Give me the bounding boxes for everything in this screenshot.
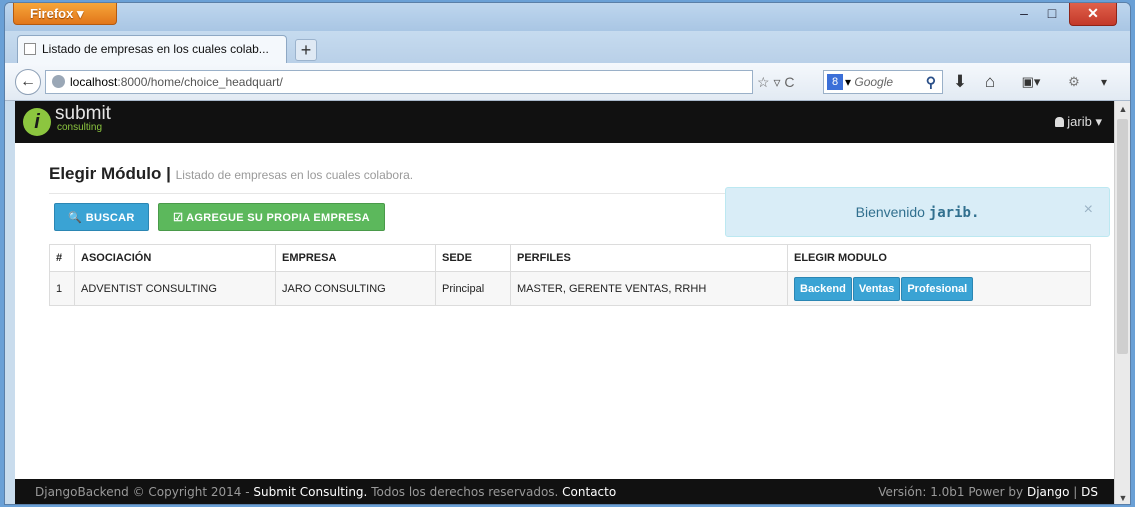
- tab-active[interactable]: Listado de empresas en los cuales colab.…: [17, 35, 287, 63]
- home-icon[interactable]: ⌂: [979, 69, 1001, 95]
- header-divider: [49, 193, 729, 194]
- column-header-num: #: [49, 244, 75, 272]
- column-header-elegir-modulo: ELEGIR MODULO: [787, 244, 1091, 272]
- module-ventas-button[interactable]: Ventas: [852, 276, 901, 301]
- page-title-separator: |: [166, 164, 171, 183]
- scrollbar-thumb[interactable]: [1117, 119, 1128, 354]
- new-tab-button[interactable]: +: [295, 39, 317, 61]
- url-path: :8000/home/choice_headquart/: [117, 75, 283, 89]
- logo-subtext: consulting: [57, 122, 103, 133]
- page-icon: [24, 43, 36, 55]
- page-subtitle: Listado de empresas en los cuales colabo…: [175, 168, 414, 182]
- search-button[interactable]: 🔍 BUSCAR: [54, 203, 149, 231]
- globe-icon: [52, 75, 65, 88]
- cell-empresa: JARO CONSULTING: [275, 271, 436, 306]
- download-icon[interactable]: ⬇: [949, 69, 971, 95]
- cell-modulos: Backend Ventas Profesional: [787, 271, 1091, 306]
- module-backend-button[interactable]: Backend: [794, 276, 852, 301]
- back-arrow-icon[interactable]: ←: [15, 69, 41, 95]
- search-engine-icon[interactable]: 8: [827, 74, 843, 90]
- user-menu-label: jarib ▾: [1067, 114, 1102, 129]
- footer-version: Versión: 1.0b1 Power by Django | DS: [878, 479, 1098, 504]
- vertical-scrollbar[interactable]: ▲ ▼: [1114, 101, 1130, 504]
- tab-title: Listado de empresas en los cuales colab.…: [42, 42, 269, 56]
- footer-separator: |: [1069, 485, 1082, 499]
- welcome-user: jarib.: [928, 205, 980, 221]
- page-footer: DjangoBackend © Copyright 2014 - Submit …: [15, 479, 1114, 504]
- search-input[interactable]: 8 ▾ Google ⚲: [823, 70, 943, 94]
- navigation-bar: ← localhost:8000/home/choice_headquart/ …: [5, 63, 1130, 101]
- column-header-empresa: EMPRESA: [275, 244, 436, 272]
- cell-num: 1: [49, 271, 75, 306]
- footer-ds-link[interactable]: DS: [1081, 485, 1098, 499]
- cell-perfiles: MASTER, GERENTE VENTAS, RRHH: [510, 271, 788, 306]
- add-company-button[interactable]: ☑ AGREGUE SU PROPIA EMPRESA: [158, 203, 385, 231]
- bookmarks-icon[interactable]: ▣▾: [1015, 69, 1047, 95]
- table-header-row: # ASOCIACIÓN EMPRESA SEDE PERFILES ELEGI…: [49, 244, 1091, 272]
- user-menu[interactable]: jarib ▾: [1055, 113, 1102, 131]
- page-title-main: Elegir Módulo: [49, 164, 162, 183]
- footer-django-link[interactable]: Django: [1027, 485, 1070, 499]
- firefox-menu-button[interactable]: Firefox ▾: [13, 3, 117, 25]
- scroll-up-icon[interactable]: ▲: [1115, 101, 1130, 117]
- footer-copyright: DjangoBackend © Copyright 2014 - Submit …: [35, 479, 616, 504]
- app-navbar: i submit consulting jarib ▾: [15, 101, 1114, 143]
- user-icon: [1055, 117, 1065, 127]
- maximize-button[interactable]: □: [1039, 3, 1065, 25]
- search-placeholder: Google: [854, 75, 894, 89]
- extension-icon[interactable]: ⚙: [1063, 69, 1085, 95]
- footer-version-text: Versión: 1.0b1 Power by: [878, 485, 1027, 499]
- footer-rights: Todos los derechos reservados.: [367, 485, 563, 499]
- column-header-sede: SEDE: [435, 244, 511, 272]
- browser-window: Firefox ▾ – □ ✕ Listado de empresas en l…: [4, 2, 1131, 505]
- search-engine-dropdown-icon[interactable]: ▾: [845, 75, 851, 89]
- tab-strip: Listado de empresas en los cuales colab.…: [5, 31, 1130, 63]
- column-header-perfiles: PERFILES: [510, 244, 788, 272]
- logo-icon[interactable]: i: [23, 108, 51, 136]
- url-input[interactable]: localhost:8000/home/choice_headquart/: [45, 70, 753, 94]
- close-icon[interactable]: ×: [1084, 188, 1093, 232]
- page-viewport: i submit consulting jarib ▾ Elegir Módul…: [15, 101, 1114, 504]
- table-row: 1 ADVENTIST CONSULTING JARO CONSULTING P…: [49, 271, 1091, 306]
- url-host: localhost: [70, 75, 118, 89]
- scroll-down-icon[interactable]: ▼: [1115, 490, 1130, 504]
- close-button[interactable]: ✕: [1069, 3, 1117, 26]
- companies-table: # ASOCIACIÓN EMPRESA SEDE PERFILES ELEGI…: [49, 244, 1091, 306]
- module-profesional-button[interactable]: Profesional: [901, 276, 974, 301]
- footer-contact-link[interactable]: Contacto: [562, 485, 616, 499]
- page-title: Elegir Módulo | Listado de empresas en l…: [49, 163, 413, 186]
- bookmark-star-icon[interactable]: ☆ ▿ C: [757, 70, 794, 94]
- search-icon[interactable]: ⚲: [926, 71, 936, 93]
- welcome-alert: Bienvenido jarib. ×: [725, 187, 1110, 237]
- footer-prefix: DjangoBackend © Copyright 2014 -: [35, 485, 254, 499]
- title-bar: Firefox ▾ – □ ✕: [5, 3, 1130, 31]
- column-header-asociacion: ASOCIACIÓN: [74, 244, 276, 272]
- footer-company-link[interactable]: Submit Consulting.: [253, 485, 367, 499]
- minimize-button[interactable]: –: [1011, 3, 1037, 25]
- cell-sede: Principal: [435, 271, 511, 306]
- welcome-prefix: Bienvenido: [855, 204, 925, 220]
- cell-asociacion: ADVENTIST CONSULTING: [74, 271, 276, 306]
- menu-chevron-icon[interactable]: ▾: [1095, 69, 1113, 95]
